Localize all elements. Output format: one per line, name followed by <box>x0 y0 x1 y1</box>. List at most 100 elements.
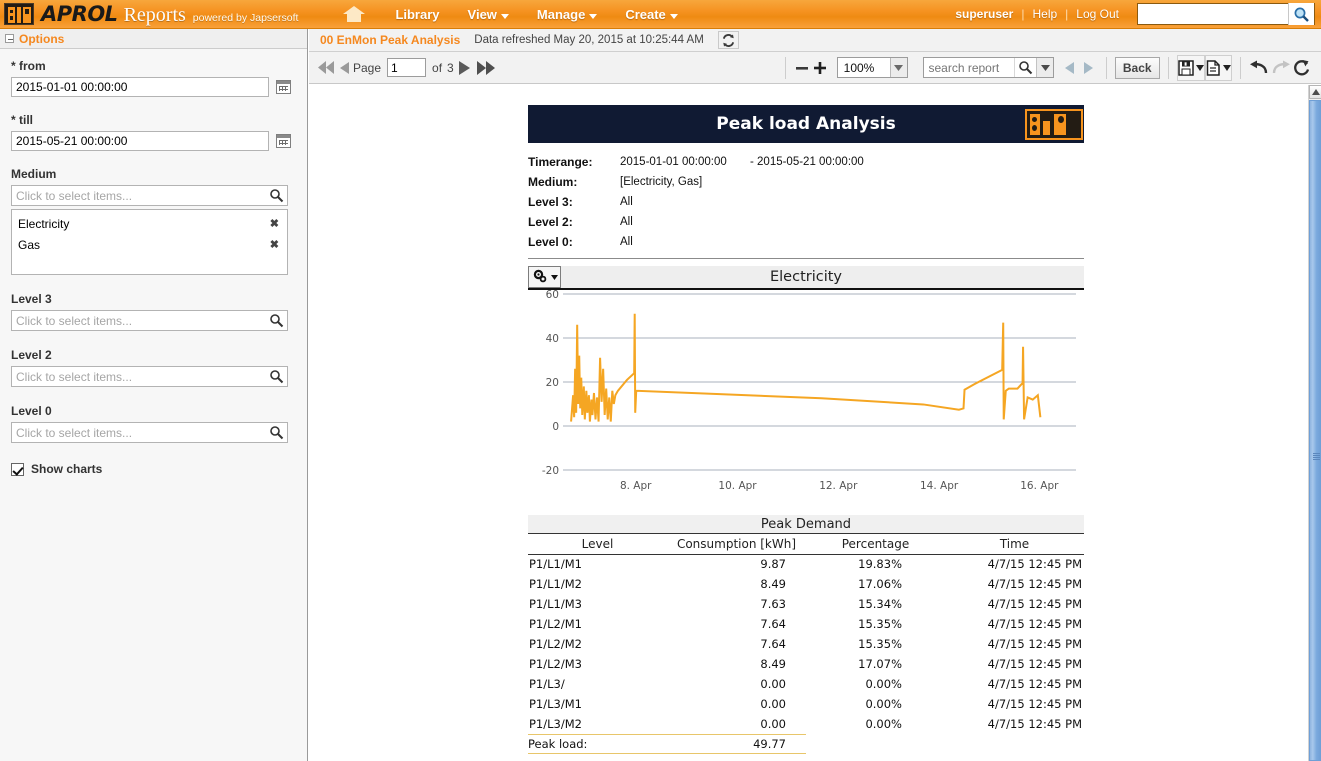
cell-percentage: 19.83% <box>858 557 902 572</box>
cell-time: 4/7/15 12:45 PM <box>987 617 1082 631</box>
nav-item-create[interactable]: Create <box>611 3 691 26</box>
cell-percentage: 17.06% <box>858 577 902 591</box>
collapse-panel-icon[interactable] <box>5 34 14 43</box>
undo-icon[interactable] <box>1248 55 1270 81</box>
medium-select[interactable]: Click to select items... <box>11 185 288 206</box>
calendar-icon[interactable] <box>276 80 291 94</box>
report-page: Peak load Analysis Timerange: 2015-01-01… <box>528 105 1084 754</box>
main-nav: Library View Manage Create <box>343 3 691 26</box>
redo-icon[interactable] <box>1270 55 1292 81</box>
show-charts-checkbox[interactable] <box>11 462 24 476</box>
calendar-icon[interactable] <box>276 134 291 148</box>
level3-placeholder: Click to select items... <box>16 313 133 328</box>
from-input[interactable] <box>11 77 269 97</box>
help-link[interactable]: Help <box>1024 7 1065 21</box>
search-icon[interactable] <box>1014 58 1036 77</box>
export-icon[interactable] <box>1204 54 1232 81</box>
table-body: P1/L1/M1 9.87 19.83% 4/7/15 12:45 PM P1/L1/M… <box>528 554 1084 734</box>
back-button[interactable]: Back <box>1114 56 1160 79</box>
table-row: P1/L3/0.00 0.00% 4/7/15 12:45 PM <box>528 674 1084 694</box>
report-name[interactable]: 00 EnMon Peak Analysis <box>320 33 460 47</box>
report-header: Peak load Analysis <box>528 105 1084 143</box>
scrollbar-thumb[interactable] <box>1309 100 1321 761</box>
cell-time: 4/7/15 12:45 PM <box>987 557 1082 572</box>
global-search-input[interactable] <box>1138 4 1288 24</box>
svg-text:40: 40 <box>546 333 559 345</box>
nav-label-library: Library <box>395 6 440 22</box>
show-charts-row[interactable]: Show charts <box>11 462 291 476</box>
zoom-select[interactable]: 100% <box>836 57 908 78</box>
vertical-scrollbar[interactable] <box>1308 85 1321 761</box>
svg-text:14. Apr: 14. Apr <box>920 480 959 492</box>
meta-row: Timerange: 2015-01-01 00:00:00 - 2015-05… <box>528 152 1084 172</box>
zoom-in-icon[interactable] <box>811 56 830 80</box>
magnifier-icon[interactable] <box>265 313 287 328</box>
cell-level: P1/L3/ <box>529 677 565 691</box>
report-canvas: Peak load Analysis Timerange: 2015-01-01… <box>309 85 1308 761</box>
till-input[interactable] <box>11 131 269 151</box>
magnifier-icon[interactable] <box>265 188 287 203</box>
level0-placeholder: Click to select items... <box>16 425 133 440</box>
level0-select[interactable]: Click to select items... <box>11 422 288 443</box>
list-item[interactable]: Gas ✖ <box>12 234 287 255</box>
chart-title: Electricity <box>769 269 843 285</box>
report-toolbar: Page of 3 100% <box>309 52 1321 84</box>
meta-value: All <box>620 196 633 208</box>
level3-select[interactable]: Click to select items... <box>11 310 288 331</box>
global-search-button[interactable] <box>1288 3 1314 25</box>
chart-plot-area[interactable]: -20 0 20 40 60 8. Apr 10. Apr 12. Apr 14. Apr 16.… <box>528 288 1084 503</box>
nav-item-view[interactable]: View <box>454 3 523 26</box>
nav-item-manage[interactable]: Manage <box>523 3 611 26</box>
zoom-out-icon[interactable] <box>794 56 811 80</box>
br-logo-icon <box>4 3 34 25</box>
gear-icon[interactable] <box>528 266 561 288</box>
revert-icon[interactable] <box>1291 55 1313 81</box>
options-panel: Options * from * till Medium Click to se… <box>0 29 308 761</box>
nav-label-view: View <box>467 6 497 22</box>
cell-level: P1/L2/M2 <box>529 637 582 651</box>
last-page-icon[interactable] <box>475 56 497 80</box>
cell-level: P1/L1/M1 <box>529 557 582 572</box>
peak-demand-table: Peak Demand Level Consumption [kWh] Perc… <box>528 515 1084 754</box>
magnifier-icon[interactable] <box>265 425 287 440</box>
chevron-down-icon <box>500 14 509 19</box>
page-input[interactable] <box>387 58 427 77</box>
report-title-bar: 00 EnMon Peak Analysis Data refreshed Ma… <box>309 29 1321 52</box>
cell-consumption: 0.00 <box>760 717 786 731</box>
save-icon[interactable] <box>1176 54 1205 81</box>
brand-reports: Reports <box>123 3 186 26</box>
cell-time: 4/7/15 12:45 PM <box>987 677 1082 691</box>
from-field-row <box>11 77 291 97</box>
search-previous-icon[interactable] <box>1060 56 1079 80</box>
logout-link[interactable]: Log Out <box>1068 7 1127 21</box>
nav-label-create: Create <box>625 6 666 22</box>
chevron-down-icon[interactable] <box>889 58 907 77</box>
brand-powered-by: powered by Japsersoft <box>192 11 299 24</box>
magnifier-icon[interactable] <box>265 369 287 384</box>
cell-consumption: 9.87 <box>760 557 786 572</box>
cell-level: P1/L2/M3 <box>529 657 582 671</box>
level2-select[interactable]: Click to select items... <box>11 366 288 387</box>
home-icon[interactable] <box>343 4 366 24</box>
peak-load-label: Peak load: <box>528 737 588 751</box>
next-page-icon[interactable] <box>454 56 476 80</box>
nav-item-library[interactable]: Library <box>381 3 453 26</box>
first-page-icon[interactable] <box>317 56 336 80</box>
divider <box>1167 56 1169 79</box>
table-row: P1/L1/M1 9.87 19.83% 4/7/15 12:45 PM <box>528 554 1084 574</box>
cell-percentage: 15.34% <box>858 597 902 611</box>
search-options-chevron-icon[interactable] <box>1036 58 1054 77</box>
remove-item-icon[interactable]: ✖ <box>270 217 279 230</box>
divider <box>1105 56 1107 79</box>
previous-page-icon[interactable] <box>336 56 353 80</box>
search-report-input[interactable] <box>924 58 1015 77</box>
scroll-up-icon[interactable] <box>1309 85 1321 99</box>
search-next-icon[interactable] <box>1079 56 1098 80</box>
page-total: 3 <box>447 60 454 75</box>
zoom-value: 100% <box>843 60 875 75</box>
refresh-icon[interactable] <box>717 31 739 49</box>
chart-svg: -20 0 20 40 60 8. Apr 10. Apr 12. Apr 14. Apr 16.… <box>528 288 1084 492</box>
list-item[interactable]: Electricity ✖ <box>12 213 287 234</box>
remove-item-icon[interactable]: ✖ <box>270 238 279 251</box>
column-header-percentage: Percentage <box>806 534 945 555</box>
